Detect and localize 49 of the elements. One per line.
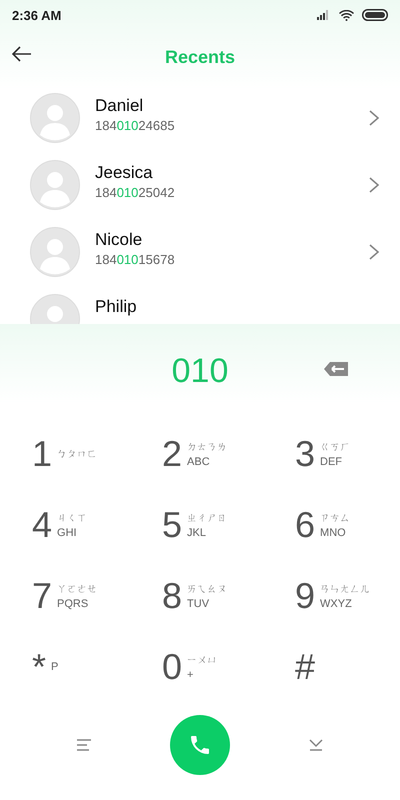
key-letters: MNO [320, 526, 346, 538]
key-letters: GHI [57, 526, 77, 538]
page-title: Recents [164, 46, 236, 68]
contact-name: Daniel [95, 96, 144, 116]
key-bopomofo: ㄧㄨㄩ [187, 654, 218, 666]
key-letters: + [187, 668, 194, 680]
contact-name: Philip [95, 296, 138, 316]
chevron-down-icon [308, 739, 323, 751]
key-bopomofo: ㄍㄎㄏ [320, 440, 350, 454]
key-bopomofo: ㄉㄊㄋㄌ [187, 440, 228, 454]
key-letters: P [51, 660, 58, 672]
status-time: 2:36 AM [12, 8, 62, 22]
contact-row[interactable]: Daniel 18401024685 [0, 84, 400, 151]
dialed-number: 010 [172, 352, 228, 390]
key-letters: PQRS [57, 598, 88, 610]
contact-row[interactable]: Jeesica 18401025042 [0, 151, 400, 218]
key-bopomofo: ㄚㄛㄜㄝ [57, 582, 98, 596]
chevron-right-icon [368, 108, 380, 126]
wifi-icon [339, 10, 354, 20]
contact-row[interactable]: Nicole 18401015678 [0, 218, 400, 285]
key-bopomofo: ㄢㄣㄤㄥㄦ [320, 582, 370, 596]
key-letters: JKL [187, 526, 206, 538]
contact-name: Jeesica [95, 162, 154, 182]
key-letters: WXYZ [320, 598, 352, 610]
signal-icon [317, 10, 331, 20]
key-bopomofo: ㄐㄑㄒ [57, 512, 88, 524]
chevron-right-icon [368, 176, 380, 194]
menu-icon [77, 739, 92, 751]
avatar-icon [30, 226, 80, 276]
backspace-icon [324, 362, 348, 376]
phone-number: 18401015678 [95, 252, 176, 266]
avatar-icon [30, 92, 80, 142]
key-letters: DEF [320, 456, 342, 468]
key-bopomofo: ㄗㄘㄙ [320, 512, 350, 524]
dial-key[interactable]: # [295, 631, 316, 702]
chevron-right-icon [368, 242, 380, 260]
avatar-icon [30, 160, 80, 210]
key-letters: TUV [187, 598, 210, 610]
back-arrow-icon [12, 46, 32, 62]
phone-number: 18401025042 [95, 184, 176, 200]
back-button[interactable] [10, 44, 34, 64]
key-bopomofo: ㄞㄟㄠㄡ [187, 582, 228, 596]
phone-number: 18401024685 [95, 118, 176, 132]
key-bopomofo: ㄓㄔㄕㄖ [187, 512, 228, 524]
contact-name: Nicole [95, 230, 144, 250]
backspace-button[interactable] [324, 362, 348, 376]
key-letters: ABC [187, 456, 210, 468]
key-bopomofo: ㄅㄆㄇㄈ [57, 448, 98, 460]
battery-icon [362, 9, 388, 21]
